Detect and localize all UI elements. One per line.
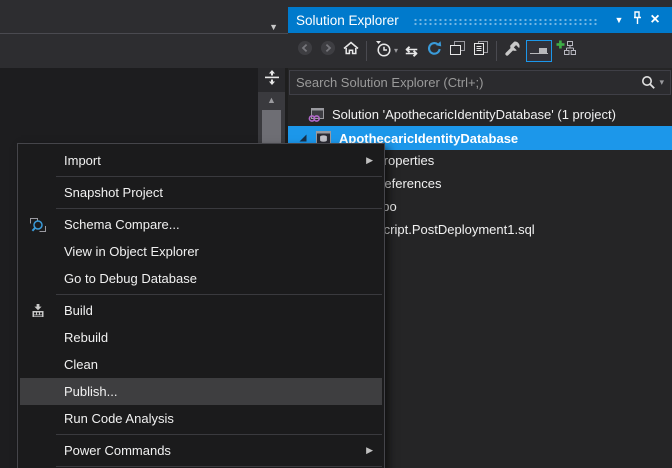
collapse-all-icon bbox=[449, 40, 466, 61]
window-position-button[interactable]: ▼ bbox=[610, 11, 628, 29]
close-button[interactable]: × bbox=[646, 11, 664, 29]
history-dropdown-caret-icon[interactable]: ▾ bbox=[394, 46, 398, 55]
sync-active-document-button[interactable]: ⇆ bbox=[400, 39, 423, 62]
search-box[interactable]: Search Solution Explorer (Ctrl+;) ▾ bbox=[289, 70, 671, 95]
menu-item-clean[interactable]: Clean bbox=[18, 351, 384, 378]
menu-item-label: Import bbox=[64, 153, 101, 168]
menu-item-go-to-debug-database[interactable]: Go to Debug Database bbox=[18, 265, 384, 292]
schema-compare-icon bbox=[27, 217, 49, 233]
scrollbar-thumb[interactable] bbox=[262, 110, 281, 145]
collapse-all-button[interactable] bbox=[446, 39, 469, 62]
refresh-button[interactable] bbox=[423, 39, 446, 62]
search-icon[interactable] bbox=[641, 75, 656, 90]
solution-label: Solution 'ApothecaricIdentityDatabase' (… bbox=[332, 107, 616, 122]
menu-item-label: View in Object Explorer bbox=[64, 244, 199, 259]
left-secondary-strip bbox=[0, 34, 288, 68]
menu-separator bbox=[56, 294, 382, 295]
submenu-arrow-icon: ▶ bbox=[366, 445, 373, 456]
menu-item-publish[interactable]: Publish... bbox=[20, 378, 382, 405]
menu-item-schema-compare[interactable]: Schema Compare... bbox=[18, 211, 384, 238]
titlebar-drag-grip[interactable] bbox=[413, 18, 598, 26]
pin-icon bbox=[632, 11, 643, 30]
chevron-down-icon: ▼ bbox=[615, 15, 624, 25]
menu-separator bbox=[56, 176, 382, 177]
menu-item-label: Go to Debug Database bbox=[64, 271, 197, 286]
menu-item-label: Publish... bbox=[64, 384, 117, 399]
menu-item-build[interactable]: Build bbox=[18, 297, 384, 324]
preview-selected-items-toggle[interactable] bbox=[526, 40, 552, 62]
menu-item-label: Schema Compare... bbox=[64, 217, 180, 232]
toolbar-separator bbox=[496, 41, 497, 61]
menu-item-label: Power Commands bbox=[64, 443, 171, 458]
panel-top-strip bbox=[288, 0, 672, 7]
solution-explorer-toolbar: ▾ ⇆ bbox=[288, 33, 672, 68]
search-input[interactable]: Search Solution Explorer (Ctrl+;) bbox=[290, 75, 641, 90]
forward-button[interactable] bbox=[316, 39, 339, 62]
menu-separator bbox=[56, 208, 382, 209]
split-window-icon bbox=[264, 70, 280, 90]
home-button[interactable] bbox=[339, 39, 362, 62]
menu-item-run-code-analysis[interactable]: Run Code Analysis bbox=[18, 405, 384, 432]
wrench-icon bbox=[504, 40, 521, 62]
project-context-menu: Import ▶ Snapshot Project Schema Compare… bbox=[17, 143, 385, 468]
submenu-arrow-icon: ▶ bbox=[366, 155, 373, 166]
menu-item-view-in-object-explorer[interactable]: View in Object Explorer bbox=[18, 238, 384, 265]
menu-item-label: Clean bbox=[64, 357, 98, 372]
new-solution-explorer-view-button[interactable] bbox=[554, 39, 577, 62]
build-icon bbox=[27, 303, 49, 319]
pin-button[interactable] bbox=[628, 11, 646, 29]
show-all-files-button[interactable] bbox=[469, 39, 492, 62]
vs-window: ▼ ▲ Solution Explorer ▼ bbox=[0, 0, 672, 468]
back-icon bbox=[297, 40, 313, 61]
close-icon: × bbox=[650, 12, 659, 28]
panel-title: Solution Explorer bbox=[296, 13, 399, 28]
menu-item-power-commands[interactable]: Power Commands ▶ bbox=[18, 437, 384, 464]
forward-icon bbox=[320, 40, 336, 61]
search-options-caret-icon[interactable]: ▾ bbox=[659, 77, 664, 88]
scroll-up-icon[interactable]: ▲ bbox=[258, 95, 285, 105]
toolbar-separator bbox=[366, 41, 367, 61]
menu-item-label: Run Code Analysis bbox=[64, 411, 174, 426]
left-toolbar-strip: ▼ bbox=[0, 0, 288, 34]
splitter-handle[interactable] bbox=[258, 68, 285, 92]
menu-item-label: Build bbox=[64, 303, 93, 318]
tree-view-plus-icon bbox=[556, 40, 576, 62]
solution-explorer-titlebar[interactable]: Solution Explorer ▼ × bbox=[288, 7, 672, 33]
menu-item-import[interactable]: Import ▶ bbox=[18, 147, 384, 174]
menu-separator bbox=[56, 434, 382, 435]
menu-item-rebuild[interactable]: Rebuild bbox=[18, 324, 384, 351]
solution-icon bbox=[307, 107, 325, 123]
menu-item-snapshot-project[interactable]: Snapshot Project bbox=[18, 179, 384, 206]
refresh-icon bbox=[426, 40, 443, 62]
menu-item-label: Snapshot Project bbox=[64, 185, 163, 200]
history-clock-icon bbox=[374, 40, 392, 62]
show-all-files-icon bbox=[472, 40, 489, 61]
sync-arrows-icon: ⇆ bbox=[405, 42, 418, 60]
back-button[interactable] bbox=[293, 39, 316, 62]
preview-selected-items-icon bbox=[529, 42, 549, 60]
tree-item-solution[interactable]: Solution 'ApothecaricIdentityDatabase' (… bbox=[288, 103, 672, 126]
chevron-down-icon[interactable]: ▼ bbox=[269, 23, 278, 32]
scope-history-button[interactable] bbox=[371, 39, 394, 62]
menu-separator bbox=[56, 466, 382, 467]
menu-item-label: Rebuild bbox=[64, 330, 108, 345]
properties-button[interactable] bbox=[501, 39, 524, 62]
tree-item-label: Script.PostDeployment1.sql bbox=[375, 222, 535, 237]
home-icon bbox=[342, 40, 360, 61]
